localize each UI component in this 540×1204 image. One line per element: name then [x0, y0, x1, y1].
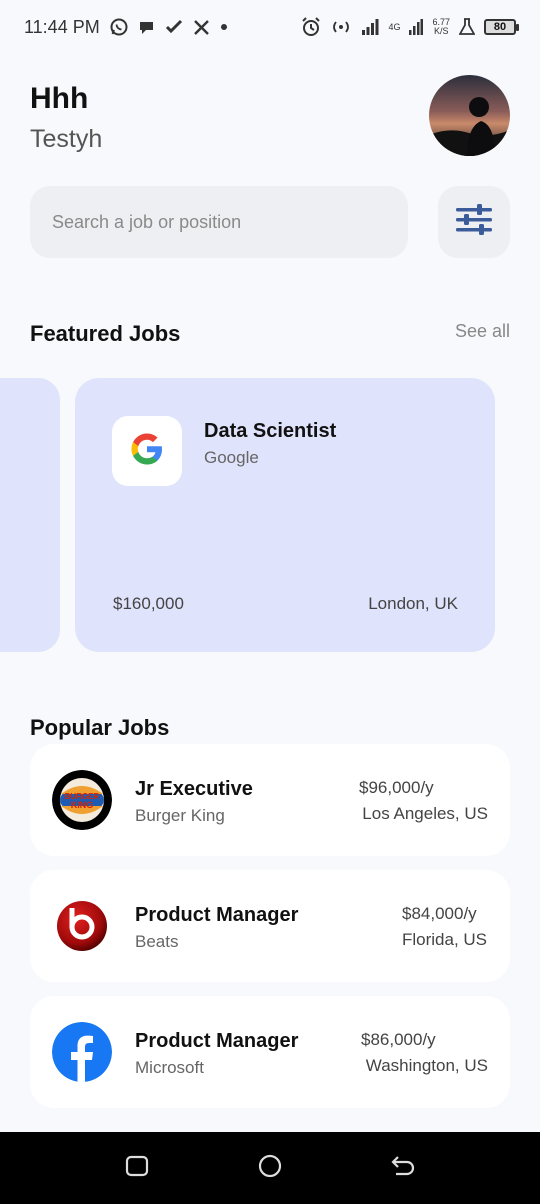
job-location: Washington, US — [365, 1056, 488, 1075]
filter-button[interactable] — [438, 186, 510, 258]
status-time: 11:44 PM — [24, 16, 100, 37]
job-location: Florida, US — [402, 930, 488, 949]
x-logo-icon — [193, 19, 210, 36]
status-left: 11:44 PM — [24, 17, 228, 38]
job-salary: $84,000/y — [402, 904, 477, 923]
featured-job-location: London, UK — [368, 594, 458, 613]
job-company: Beats — [135, 932, 179, 951]
job-company: Burger King — [135, 806, 225, 825]
job-title: Product Manager — [135, 1030, 299, 1052]
popular-jobs-title: Popular Jobs — [30, 715, 170, 740]
job-title: Product Manager — [135, 904, 299, 926]
user-name: Hhh — [30, 82, 89, 115]
chat-icon — [138, 19, 155, 36]
featured-job-card[interactable]: Data Scientist Google $160,000 London, U… — [75, 378, 495, 652]
avatar[interactable] — [429, 75, 510, 156]
featured-card-previous[interactable] — [0, 378, 60, 652]
back-button[interactable] — [373, 1138, 433, 1198]
popular-job-item[interactable]: Product Manager Beats $84,000/y Florida,… — [30, 870, 510, 982]
alarm-icon — [301, 17, 321, 37]
featured-job-title: Data Scientist — [204, 420, 337, 442]
status-right: 4G 6.77 K/S 80 — [301, 17, 519, 37]
featured-job-salary: $160,000 — [113, 594, 184, 613]
company-logo — [112, 416, 182, 486]
popular-job-item[interactable]: Product Manager Microsoft $86,000/y Wash… — [30, 996, 510, 1108]
featured-job-company: Google — [204, 448, 259, 467]
home-button[interactable] — [240, 1138, 300, 1198]
battery-indicator: 80 — [484, 19, 519, 35]
hotspot-icon — [330, 19, 352, 35]
burger-king-logo-text-bottom: KING — [71, 800, 94, 810]
signal-icon — [361, 19, 379, 35]
network-type-label: 4G — [388, 21, 401, 32]
featured-jobs-title: Featured Jobs — [30, 321, 181, 346]
job-company: Microsoft — [135, 1058, 204, 1077]
home-icon — [257, 1153, 283, 1184]
check-icon — [165, 19, 183, 35]
net-speed: 6.77 K/S — [432, 18, 450, 36]
recents-icon — [124, 1154, 150, 1183]
sliders-icon — [455, 203, 493, 241]
job-salary: $86,000/y — [361, 1030, 436, 1049]
app-screen: 11:44 PM 4G 6.77 K/S 80 Hhh Testyh Searc… — [0, 0, 540, 1204]
google-logo-icon — [129, 431, 165, 472]
search-box[interactable] — [30, 186, 408, 258]
beats-logo-icon — [52, 896, 112, 956]
job-location: Los Angeles, US — [362, 804, 488, 823]
job-title: Jr Executive — [135, 778, 253, 800]
back-icon — [390, 1154, 416, 1183]
user-subtitle: Testyh — [30, 125, 103, 153]
whatsapp-icon — [110, 18, 128, 36]
net-speed-unit: K/S — [433, 26, 449, 36]
burger-king-logo-icon: BURGER KING — [52, 770, 112, 830]
signal-icon-2 — [409, 19, 424, 35]
search-input[interactable] — [52, 211, 408, 233]
job-salary: $96,000/y — [359, 778, 434, 797]
status-bar: 11:44 PM 4G 6.77 K/S 80 — [0, 0, 540, 54]
more-dot-icon — [220, 23, 228, 31]
popular-job-item[interactable]: BURGER KING Jr Executive Burger King $96… — [30, 744, 510, 856]
recents-button[interactable] — [107, 1138, 167, 1198]
system-nav-bar — [0, 1132, 540, 1204]
flask-icon — [459, 18, 475, 36]
facebook-logo-icon — [52, 1022, 112, 1082]
see-all-link[interactable]: See all — [455, 321, 510, 342]
